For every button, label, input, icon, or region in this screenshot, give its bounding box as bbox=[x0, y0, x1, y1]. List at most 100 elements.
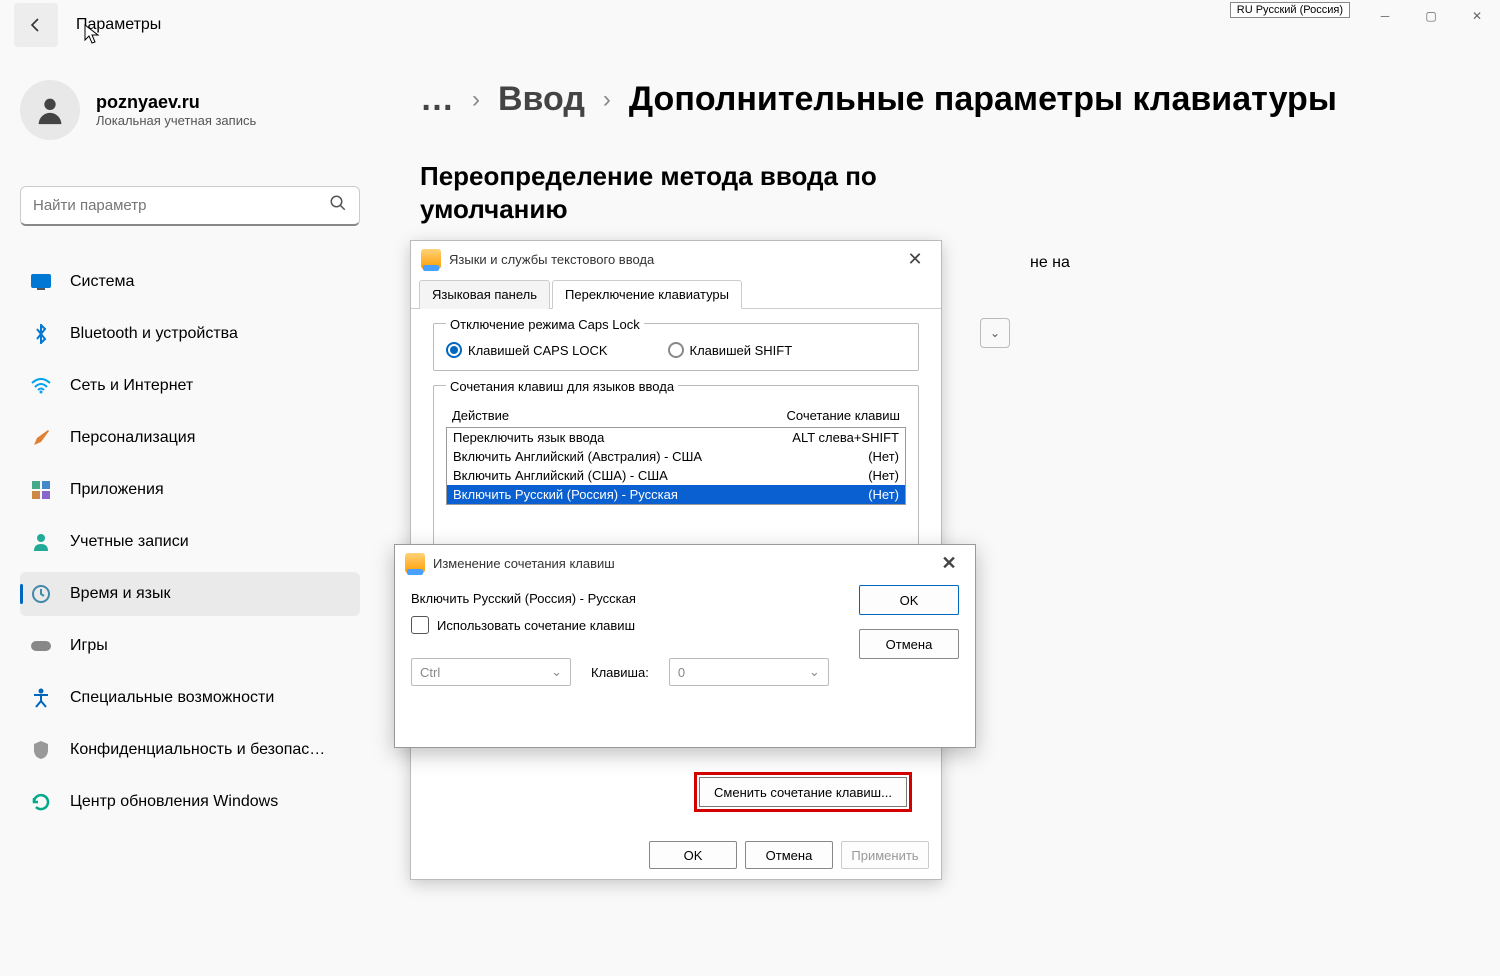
fieldset-legend: Сочетания клавиш для языков ввода bbox=[446, 379, 678, 394]
breadcrumb-more[interactable]: … bbox=[420, 80, 454, 119]
language-indicator[interactable]: RU Русский (Россия) bbox=[1230, 2, 1350, 18]
sidebar-nav: Система Bluetooth и устройства Сеть и Ин… bbox=[20, 260, 360, 832]
sidebar-item-apps[interactable]: Приложения bbox=[20, 468, 360, 512]
modifier-combo[interactable]: Ctrl ⌄ bbox=[411, 658, 571, 686]
sidebar-item-label: Приложения bbox=[70, 481, 164, 499]
wifi-icon bbox=[30, 375, 52, 397]
tab-language-bar[interactable]: Языковая панель bbox=[419, 280, 550, 309]
sidebar-item-label: Bluetooth и устройства bbox=[70, 325, 238, 343]
ok-button[interactable]: OK bbox=[859, 585, 959, 615]
column-action: Действие bbox=[452, 408, 750, 423]
key-combo[interactable]: 0 ⌄ bbox=[669, 658, 829, 686]
checkbox-icon[interactable] bbox=[411, 616, 429, 634]
dialog-title: Языки и службы текстового ввода bbox=[449, 252, 654, 267]
chevron-right-icon: › bbox=[603, 86, 611, 114]
dialog-header[interactable]: Изменение сочетания клавиш ✕ bbox=[395, 545, 975, 581]
apply-button[interactable]: Применить bbox=[841, 841, 929, 869]
radio-label: Клавишей SHIFT bbox=[690, 343, 793, 358]
tab-keyboard-switch[interactable]: Переключение клавиатуры bbox=[552, 280, 742, 309]
radio-caps-lock[interactable]: Клавишей CAPS LOCK bbox=[446, 342, 608, 358]
close-icon[interactable]: ✕ bbox=[933, 553, 965, 574]
close-icon[interactable]: ✕ bbox=[899, 249, 931, 270]
accessibility-icon bbox=[30, 687, 52, 709]
sidebar-item-accessibility[interactable]: Специальные возможности bbox=[20, 676, 360, 720]
background-text-fragment: не на bbox=[1030, 254, 1070, 272]
sidebar-item-personalization[interactable]: Персонализация bbox=[20, 416, 360, 460]
cell-key: (Нет) bbox=[749, 449, 899, 464]
sidebar-item-label: Конфиденциальность и безопасность bbox=[70, 741, 330, 759]
close-button[interactable]: ✕ bbox=[1454, 0, 1500, 32]
avatar-icon bbox=[20, 80, 80, 140]
sidebar-item-label: Персонализация bbox=[70, 429, 195, 447]
update-icon bbox=[30, 791, 52, 813]
combo-value: Ctrl bbox=[420, 665, 440, 680]
list-header: Действие Сочетание клавиш bbox=[446, 404, 906, 427]
system-icon bbox=[30, 271, 52, 293]
cell-action: Переключить язык ввода bbox=[453, 430, 749, 445]
chevron-down-icon[interactable]: ⌄ bbox=[980, 318, 1010, 348]
chevron-right-icon: › bbox=[472, 86, 480, 114]
list-item[interactable]: Переключить язык ввода ALT слева+SHIFT bbox=[447, 428, 905, 447]
bluetooth-icon bbox=[30, 323, 52, 345]
sidebar-item-gaming[interactable]: Игры bbox=[20, 624, 360, 668]
dialog-title: Изменение сочетания клавиш bbox=[433, 556, 615, 571]
sidebar-item-privacy[interactable]: Конфиденциальность и безопасность bbox=[20, 728, 360, 772]
user-block[interactable]: poznyaev.ru Локальная учетная запись bbox=[20, 80, 256, 140]
cell-key: ALT слева+SHIFT bbox=[749, 430, 899, 445]
fieldset-caps-lock: Отключение режима Caps Lock Клавишей CAP… bbox=[433, 323, 919, 371]
search-box[interactable] bbox=[20, 186, 360, 226]
sidebar-item-windows-update[interactable]: Центр обновления Windows bbox=[20, 780, 360, 824]
ok-button[interactable]: OK bbox=[649, 841, 737, 869]
change-hotkey-dialog: Изменение сочетания клавиш ✕ Включить Ру… bbox=[394, 544, 976, 748]
user-name: poznyaev.ru bbox=[96, 92, 256, 113]
sidebar-item-label: Система bbox=[70, 273, 134, 291]
checkbox-label: Использовать сочетание клавиш bbox=[437, 618, 635, 633]
person-icon bbox=[30, 531, 52, 553]
sidebar-item-label: Время и язык bbox=[70, 585, 170, 603]
sidebar-item-accounts[interactable]: Учетные записи bbox=[20, 520, 360, 564]
back-button[interactable] bbox=[14, 3, 58, 47]
titlebar: Параметры RU Русский (Россия) ─ ▢ ✕ bbox=[0, 0, 1500, 50]
gamepad-icon bbox=[30, 635, 52, 657]
sidebar-item-label: Сеть и Интернет bbox=[70, 377, 193, 395]
key-label: Клавиша: bbox=[591, 665, 649, 680]
radio-icon bbox=[446, 342, 462, 358]
section-heading: Переопределение метода ввода по умолчани… bbox=[420, 160, 980, 225]
globe-clock-icon bbox=[30, 583, 52, 605]
list-item[interactable]: Включить Английский (Австралия) - США (Н… bbox=[447, 447, 905, 466]
sidebar-item-system[interactable]: Система bbox=[20, 260, 360, 304]
breadcrumb-input[interactable]: Ввод bbox=[498, 80, 585, 119]
minimize-button[interactable]: ─ bbox=[1362, 0, 1408, 32]
radio-label: Клавишей CAPS LOCK bbox=[468, 343, 608, 358]
sidebar-item-bluetooth[interactable]: Bluetooth и устройства bbox=[20, 312, 360, 356]
cell-action: Включить Английский (Австралия) - США bbox=[453, 449, 749, 464]
list-item[interactable]: Включить Английский (США) - США (Нет) bbox=[447, 466, 905, 485]
sidebar-item-network[interactable]: Сеть и Интернет bbox=[20, 364, 360, 408]
sidebar-item-label: Игры bbox=[70, 637, 108, 655]
list-item[interactable]: Включить Русский (Россия) - Русская (Нет… bbox=[447, 485, 905, 504]
sidebar-item-label: Центр обновления Windows bbox=[70, 793, 278, 811]
sidebar-item-label: Учетные записи bbox=[70, 533, 189, 551]
cancel-button[interactable]: Отмена bbox=[745, 841, 833, 869]
maximize-button[interactable]: ▢ bbox=[1408, 0, 1454, 32]
dialog-footer: OK Отмена Применить bbox=[649, 841, 929, 869]
change-hotkey-button[interactable]: Сменить сочетание клавиш... bbox=[699, 777, 907, 807]
radio-shift[interactable]: Клавишей SHIFT bbox=[668, 342, 793, 358]
combo-value: 0 bbox=[678, 665, 685, 680]
column-hotkey: Сочетание клавиш bbox=[750, 408, 900, 423]
breadcrumb: … › Ввод › Дополнительные параметры клав… bbox=[420, 80, 1337, 119]
sidebar-item-time-language[interactable]: Время и язык bbox=[20, 572, 360, 616]
breadcrumb-current: Дополнительные параметры клавиатуры bbox=[629, 80, 1337, 119]
cancel-button[interactable]: Отмена bbox=[859, 629, 959, 659]
hotkey-list[interactable]: Переключить язык ввода ALT слева+SHIFT В… bbox=[446, 427, 906, 505]
search-input[interactable] bbox=[33, 197, 329, 214]
fieldset-legend: Отключение режима Caps Lock bbox=[446, 317, 644, 332]
keyboard-lang-icon bbox=[421, 249, 441, 269]
chevron-down-icon: ⌄ bbox=[551, 664, 562, 680]
cell-action: Включить Английский (США) - США bbox=[453, 468, 749, 483]
cursor-icon bbox=[84, 24, 102, 44]
cell-action: Включить Русский (Россия) - Русская bbox=[453, 487, 749, 502]
sidebar-item-label: Специальные возможности bbox=[70, 689, 274, 707]
cell-key: (Нет) bbox=[749, 487, 899, 502]
dialog-header[interactable]: Языки и службы текстового ввода ✕ bbox=[411, 241, 941, 277]
